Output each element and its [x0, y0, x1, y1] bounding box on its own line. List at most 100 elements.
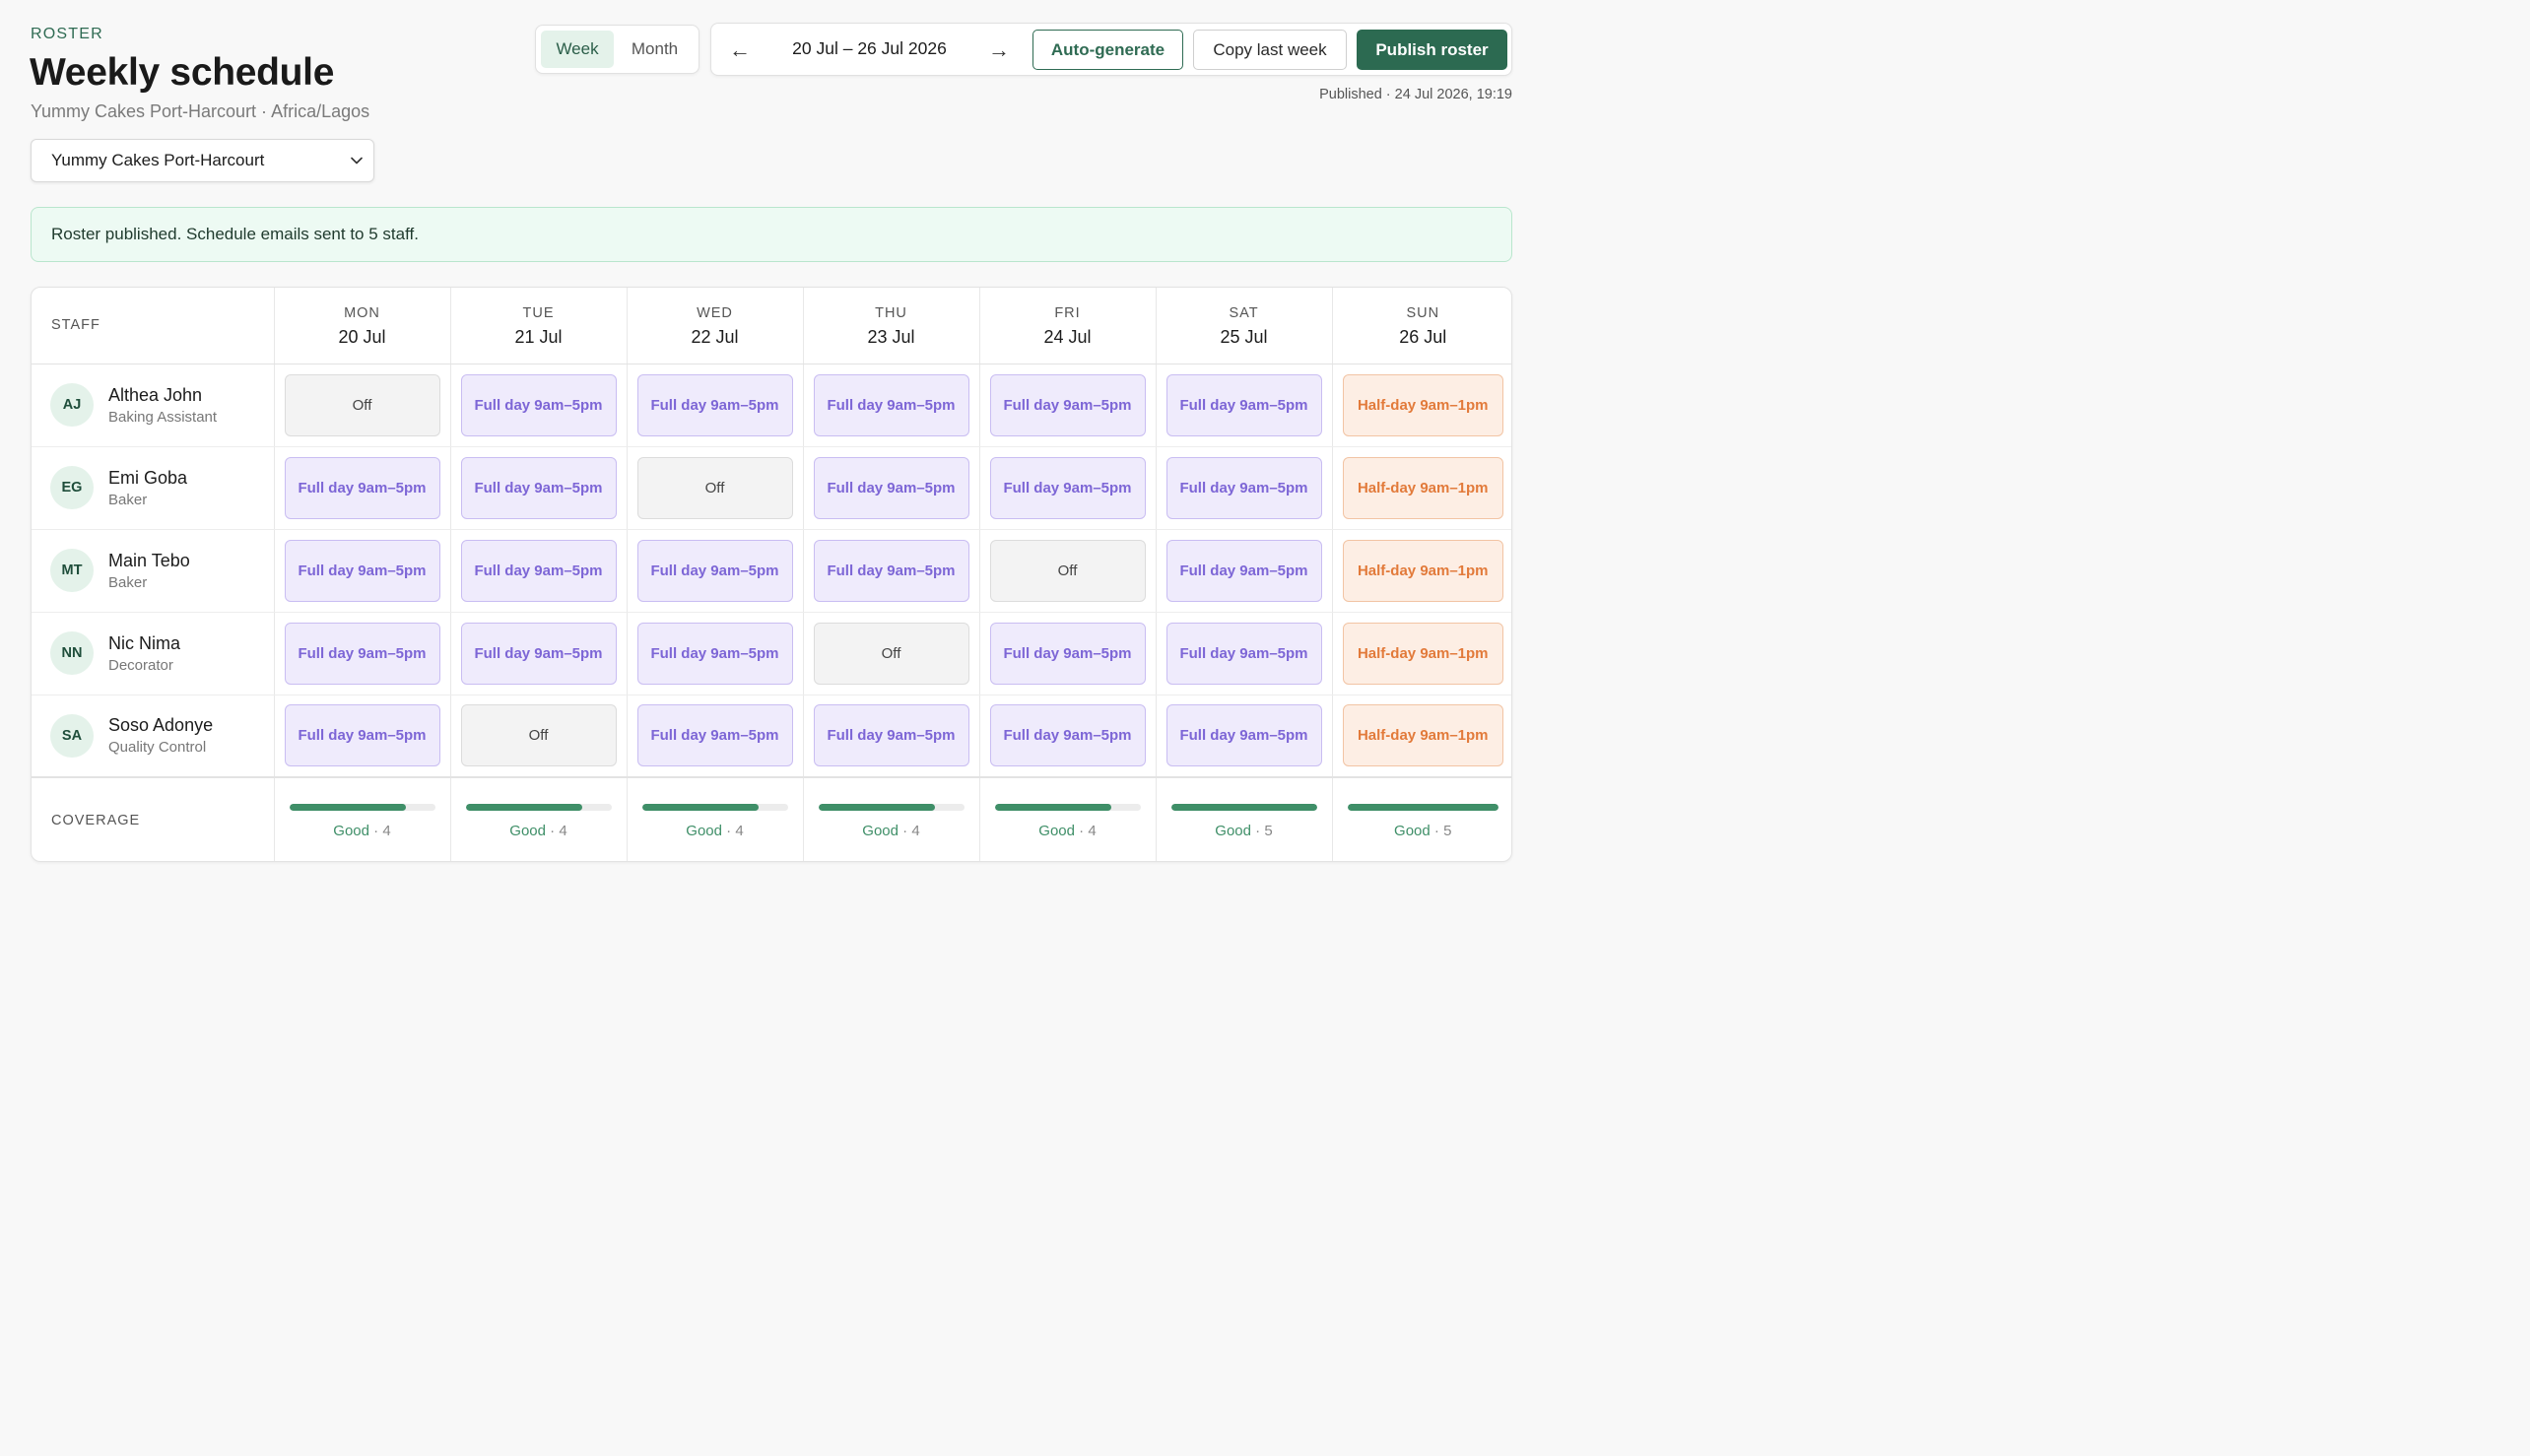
shift-cell: Full day 9am–5pm — [979, 364, 1157, 447]
day-header-tue: TUE 21 Jul — [450, 288, 628, 364]
coverage-status: Good — [509, 822, 546, 839]
coverage-bar — [289, 803, 435, 811]
shift-cell: Half-day 9am–1pm — [1332, 612, 1511, 695]
auto-generate-button[interactable]: Auto-generate — [1032, 30, 1183, 70]
coverage-bar-fill — [1170, 803, 1317, 811]
shift-full-day-chip[interactable]: Full day 9am–5pm — [284, 539, 440, 602]
shift-full-day-chip[interactable]: Full day 9am–5pm — [460, 622, 617, 685]
staff-row: MT Main Tebo Baker Full day 9am–5pm Full day… — [32, 529, 1511, 613]
coverage-cell: Good · 5 — [1156, 776, 1333, 861]
coverage-status: Good — [333, 822, 369, 839]
publish-roster-button[interactable]: Publish roster — [1357, 30, 1507, 70]
shift-full-day-chip[interactable]: Full day 9am–5pm — [1165, 622, 1322, 685]
coverage-text: Good · 4 — [686, 822, 744, 839]
day-date: 22 Jul — [691, 326, 739, 347]
chevron-down-icon — [350, 154, 364, 167]
day-date: 21 Jul — [514, 326, 563, 347]
shift-off-chip[interactable]: Off — [460, 704, 617, 767]
shift-full-day-chip[interactable]: Full day 9am–5pm — [813, 539, 969, 602]
shift-full-day-chip[interactable]: Full day 9am–5pm — [284, 622, 440, 685]
shift-cell: Full day 9am–5pm — [803, 364, 980, 447]
shift-cell: Full day 9am–5pm — [274, 529, 451, 613]
coverage-label: COVERAGE — [32, 776, 275, 861]
shift-off-chip[interactable]: Off — [284, 373, 440, 436]
staff-cell: SA Soso Adonye Quality Control — [32, 695, 275, 778]
day-header-wed: WED 22 Jul — [627, 288, 804, 364]
day-of-week: SUN — [1406, 304, 1440, 321]
day-header-sun: SUN 26 Jul — [1332, 288, 1511, 364]
shift-half-day-chip[interactable]: Half-day 9am–1pm — [1342, 704, 1503, 767]
shift-cell: Full day 9am–5pm — [803, 695, 980, 778]
shift-full-day-chip[interactable]: Full day 9am–5pm — [636, 704, 793, 767]
coverage-bar-fill — [465, 803, 582, 811]
coverage-bar-fill — [289, 803, 406, 811]
coverage-text: Good · 4 — [333, 822, 391, 839]
staff-cell: MT Main Tebo Baker — [32, 529, 275, 613]
shift-half-day-chip[interactable]: Half-day 9am–1pm — [1342, 456, 1503, 519]
shift-full-day-chip[interactable]: Full day 9am–5pm — [460, 539, 617, 602]
month-view-button[interactable]: Month — [616, 31, 694, 68]
prev-week-button[interactable]: ← — [725, 36, 755, 64]
staff-name: Emi Goba — [108, 467, 188, 488]
shift-full-day-chip[interactable]: Full day 9am–5pm — [460, 456, 617, 519]
shift-cell: Off — [450, 695, 628, 778]
coverage-cell: Good · 4 — [274, 776, 451, 861]
shift-cell: Full day 9am–5pm — [450, 364, 628, 447]
week-view-button[interactable]: Week — [541, 31, 615, 68]
shift-off-chip[interactable]: Off — [636, 456, 793, 519]
staff-cell: EG Emi Goba Baker — [32, 446, 275, 530]
staff-name: Soso Adonye — [108, 715, 214, 736]
shift-full-day-chip[interactable]: Full day 9am–5pm — [636, 373, 793, 436]
coverage-count: 4 — [382, 822, 391, 839]
coverage-cell: Good · 5 — [1332, 776, 1511, 861]
success-alert: Roster published. Schedule emails sent t… — [31, 207, 1512, 262]
shift-full-day-chip[interactable]: Full day 9am–5pm — [636, 539, 793, 602]
copy-last-week-button[interactable]: Copy last week — [1193, 30, 1347, 70]
coverage-bar — [641, 803, 788, 811]
shift-full-day-chip[interactable]: Full day 9am–5pm — [460, 373, 617, 436]
shift-full-day-chip[interactable]: Full day 9am–5pm — [284, 456, 440, 519]
day-of-week: MON — [344, 304, 380, 321]
coverage-status: Good — [1038, 822, 1075, 839]
shift-cell: Full day 9am–5pm — [979, 612, 1157, 695]
shift-cell: Full day 9am–5pm — [450, 529, 628, 613]
shift-cell: Off — [627, 446, 804, 530]
staff-cell: NN Nic Nima Decorator — [32, 612, 275, 695]
shift-full-day-chip[interactable]: Full day 9am–5pm — [813, 456, 969, 519]
shift-half-day-chip[interactable]: Half-day 9am–1pm — [1342, 373, 1503, 436]
shift-cell: Full day 9am–5pm — [1156, 529, 1333, 613]
shift-full-day-chip[interactable]: Full day 9am–5pm — [284, 704, 440, 767]
next-week-button[interactable]: → — [984, 36, 1014, 64]
coverage-bar — [994, 803, 1141, 811]
page-title: Weekly schedule — [30, 51, 335, 94]
day-header-mon: MON 20 Jul — [274, 288, 451, 364]
page-eyebrow: ROSTER — [31, 26, 103, 42]
shift-full-day-chip[interactable]: Full day 9am–5pm — [989, 373, 1146, 436]
shift-cell: Full day 9am–5pm — [1156, 612, 1333, 695]
shift-full-day-chip[interactable]: Full day 9am–5pm — [636, 622, 793, 685]
shift-full-day-chip[interactable]: Full day 9am–5pm — [1165, 539, 1322, 602]
day-header-sat: SAT 25 Jul — [1156, 288, 1333, 364]
shift-full-day-chip[interactable]: Full day 9am–5pm — [1165, 373, 1322, 436]
shift-half-day-chip[interactable]: Half-day 9am–1pm — [1342, 539, 1503, 602]
staff-column-header: STAFF — [32, 288, 275, 364]
staff-role: Baking Assistant — [108, 408, 218, 426]
coverage-bar — [465, 803, 612, 811]
shift-full-day-chip[interactable]: Full day 9am–5pm — [1165, 456, 1322, 519]
shift-full-day-chip[interactable]: Full day 9am–5pm — [813, 373, 969, 436]
shift-off-chip[interactable]: Off — [813, 622, 969, 685]
location-select[interactable]: Yummy Cakes Port-Harcourt — [31, 139, 374, 182]
shift-full-day-chip[interactable]: Full day 9am–5pm — [813, 704, 969, 767]
coverage-status: Good — [1394, 822, 1431, 839]
shift-cell: Full day 9am–5pm — [803, 446, 980, 530]
shift-off-chip[interactable]: Off — [989, 539, 1146, 602]
coverage-bar-fill — [818, 803, 935, 811]
shift-cell: Full day 9am–5pm — [627, 364, 804, 447]
shift-cell: Full day 9am–5pm — [274, 612, 451, 695]
shift-full-day-chip[interactable]: Full day 9am–5pm — [989, 622, 1146, 685]
shift-full-day-chip[interactable]: Full day 9am–5pm — [1165, 704, 1322, 767]
shift-full-day-chip[interactable]: Full day 9am–5pm — [989, 704, 1146, 767]
staff-name: Main Tebo — [108, 550, 190, 570]
shift-full-day-chip[interactable]: Full day 9am–5pm — [989, 456, 1146, 519]
shift-half-day-chip[interactable]: Half-day 9am–1pm — [1342, 622, 1503, 685]
